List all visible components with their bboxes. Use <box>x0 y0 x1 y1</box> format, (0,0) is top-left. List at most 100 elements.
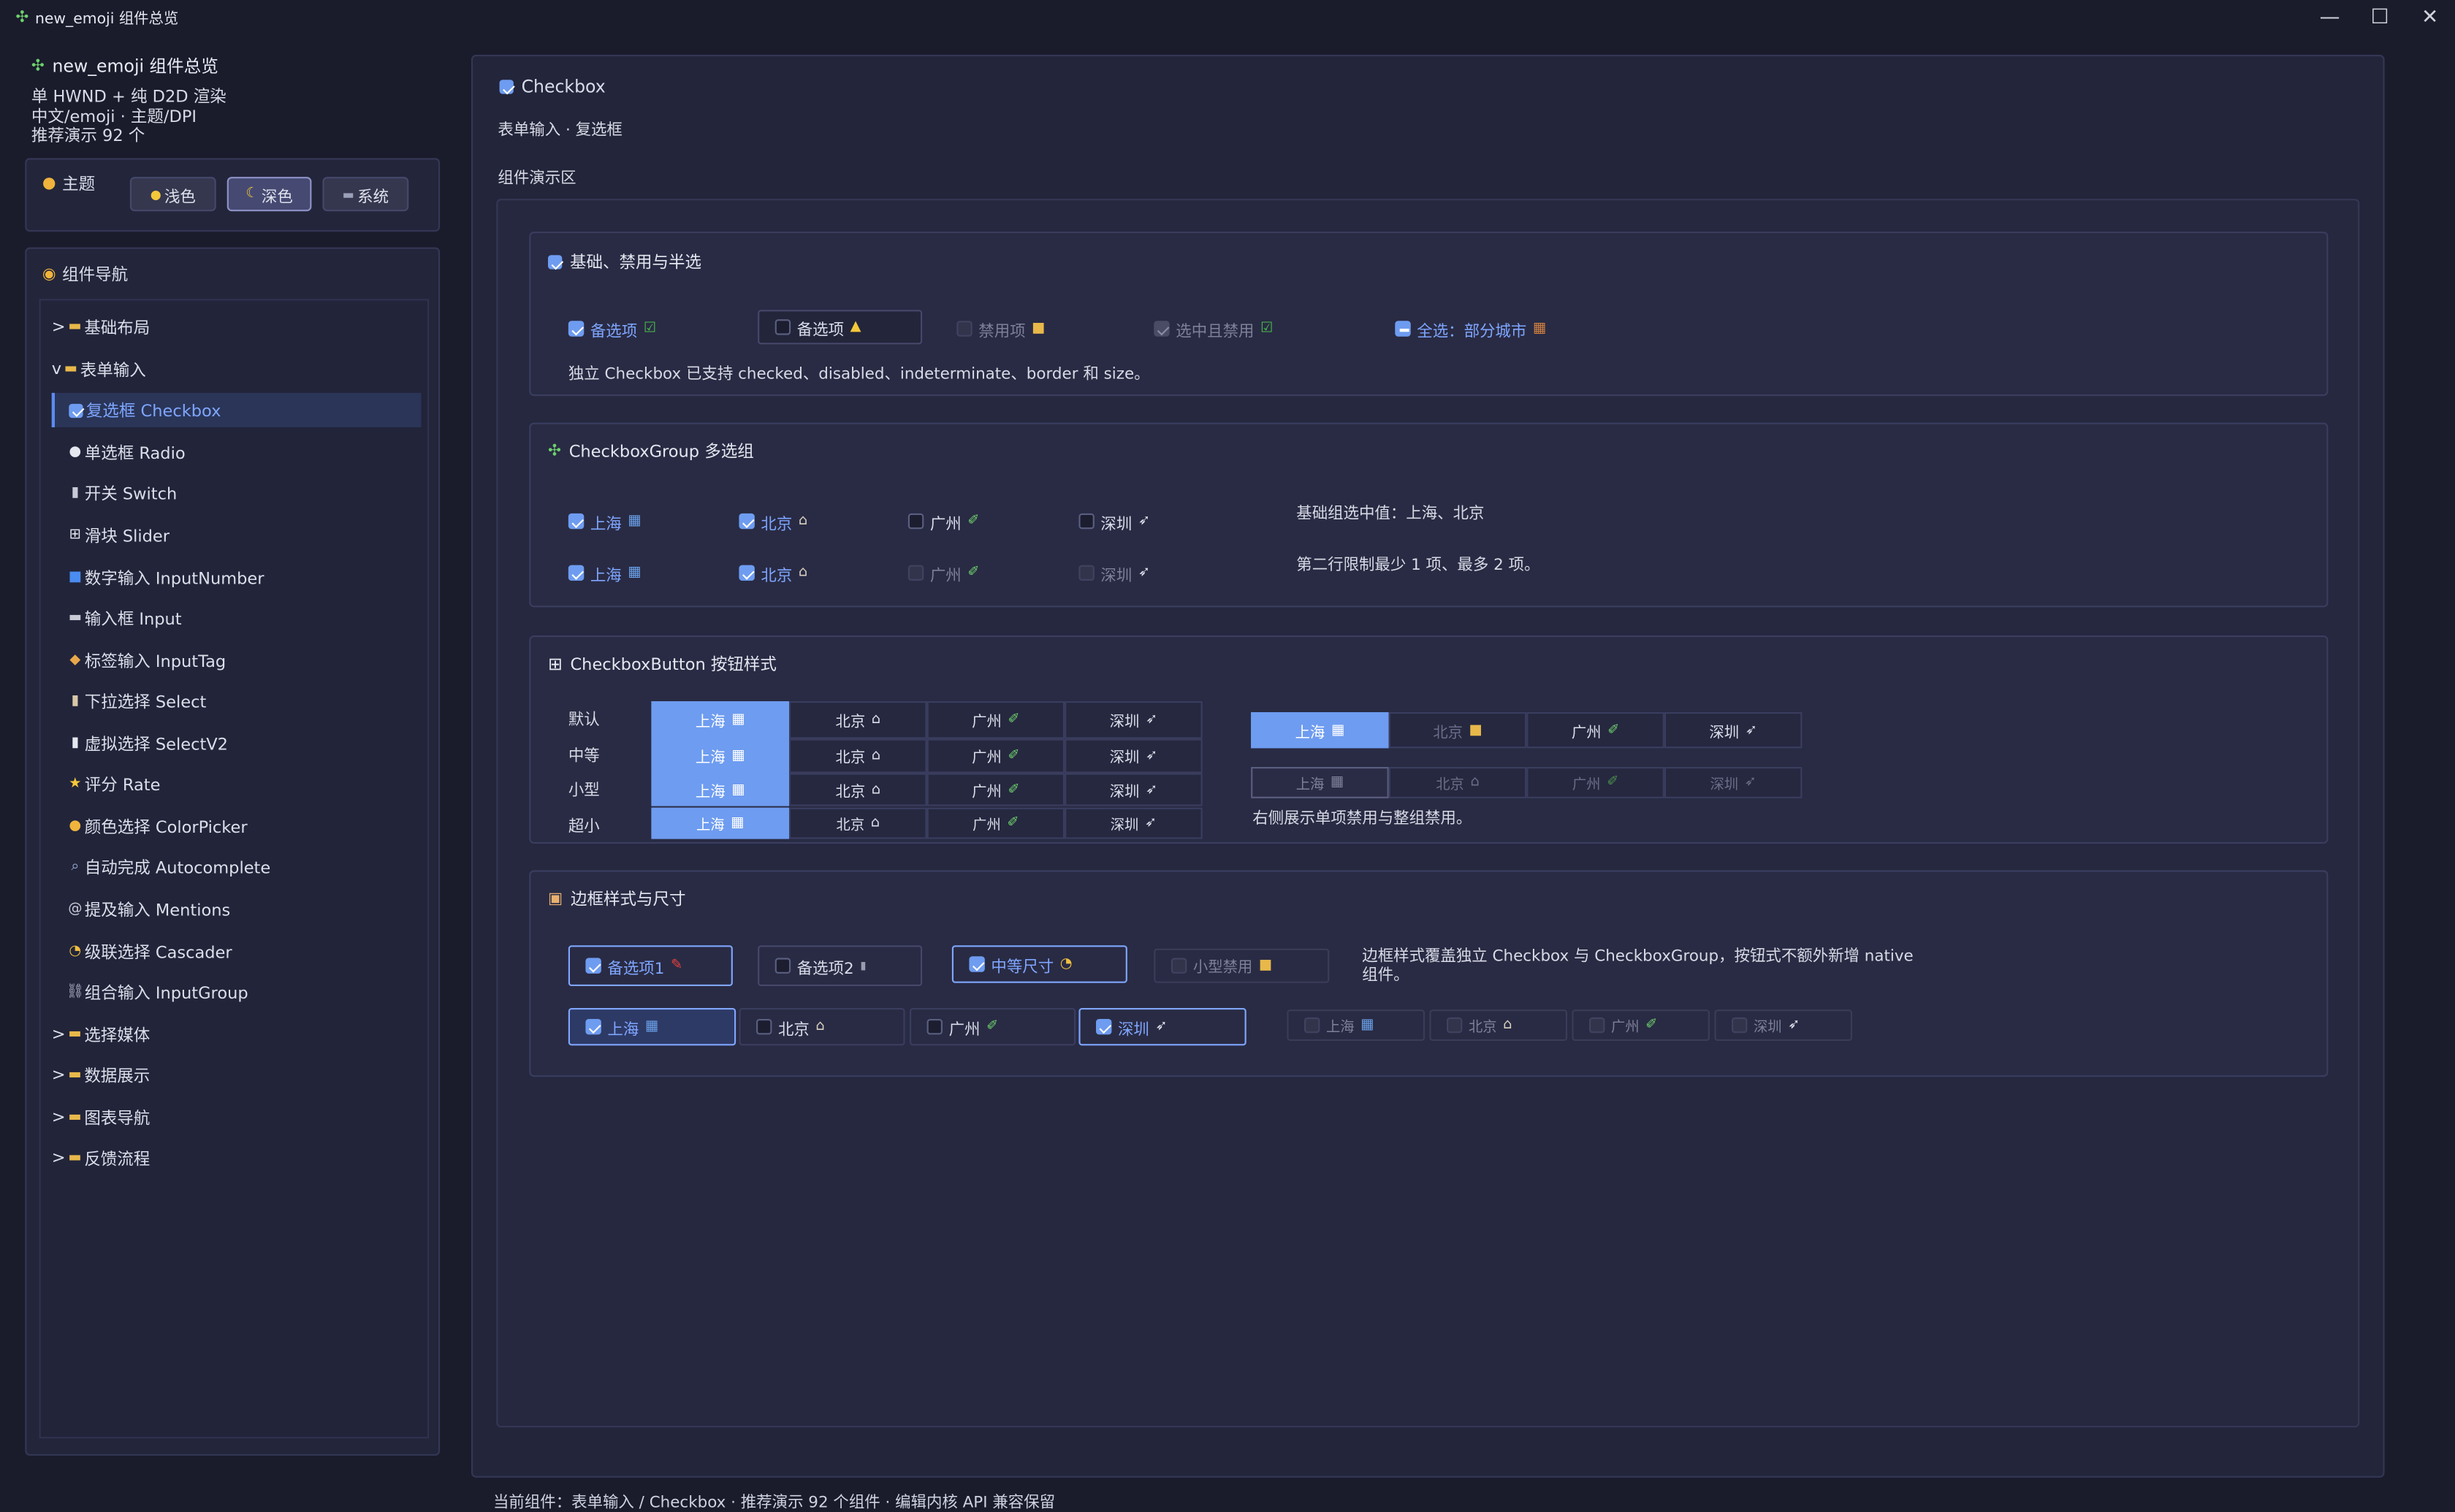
section-group: ✣ CheckboxGroup 多选组 上海 ▦ 北京 ⌂ 广州 ✐ 深圳 ➶ 上海 ▦ 北… <box>529 422 2329 608</box>
nav-item-label: 提及输入 Mentions <box>84 901 231 920</box>
button-shenzhen[interactable]: 深圳 ➶ <box>1664 711 1803 749</box>
nav-item-cascader[interactable]: ◔ 级联选择 Cascader <box>66 934 419 969</box>
maximize-button[interactable]: ☐ <box>2355 0 2405 34</box>
group-checkbox-guangzhou[interactable]: 广州 ✐ <box>907 560 979 585</box>
button-guangzhou[interactable]: 广州 ✐ <box>1526 711 1664 749</box>
border-group-shanghai[interactable]: 上海 ▦ <box>568 1008 736 1046</box>
cityscape-icon: ▦ <box>731 748 745 764</box>
button-guangzhou[interactable]: 广州 ✐ <box>926 773 1065 806</box>
group-checkbox-shenzhen[interactable]: 深圳 ➶ <box>1078 560 1150 585</box>
button-label: 上海 <box>696 817 725 834</box>
border-group-guangzhou[interactable]: 广州 ✐ <box>910 1008 1076 1046</box>
nav-item-label: 表单输入 <box>80 360 146 380</box>
button-beijing[interactable]: 北京 ⌂ <box>789 773 927 806</box>
nav-item-checkbox[interactable]: 复选框 Checkbox <box>51 392 422 427</box>
theme-dark-button[interactable]: ☾ 深色 <box>227 177 312 212</box>
group-checkbox-shanghai[interactable]: 上海 ▦ <box>568 560 642 585</box>
button-beijing[interactable]: 北京 ⌂ <box>789 738 927 774</box>
nav-item-mentions[interactable]: @ 提及输入 Mentions <box>66 892 419 926</box>
rocket-icon: ➶ <box>1146 748 1158 764</box>
border-group-shenzhen[interactable]: 深圳 ➶ <box>1078 1008 1246 1046</box>
cityscape-icon: ▦ <box>628 513 642 530</box>
nav-item-colorpicker[interactable]: ● 颜色选择 ColorPicker <box>66 809 419 844</box>
minimize-button[interactable]: — <box>2304 0 2355 34</box>
temple-icon: ⌂ <box>798 513 808 530</box>
nav-item-select[interactable]: ▮ 下拉选择 Select <box>66 684 419 718</box>
rocket-icon: ➶ <box>1788 1017 1800 1034</box>
button-beijing-disabled[interactable]: 北京 ■ <box>1388 711 1527 749</box>
nav-item-inputnumber[interactable]: ■ 数字输入 InputNumber <box>66 560 419 595</box>
nav-item-label: 组合输入 InputGroup <box>84 983 248 1003</box>
nav-item-inputgroup[interactable]: ⛓ 组合输入 InputGroup <box>66 975 419 1009</box>
checkbox-box <box>739 565 755 581</box>
nav-group-chart-nav[interactable]: > ▬ 图表导航 <box>52 1100 422 1134</box>
nav-item-label: 复选框 Checkbox <box>85 401 221 421</box>
button-beijing[interactable]: 北京 ⌂ <box>789 807 927 839</box>
nav-group-feedback[interactable]: > ▬ 反馈流程 <box>52 1141 422 1175</box>
leaf-icon: ✐ <box>1008 711 1020 728</box>
nav-group-form-input[interactable]: v ▬ 表单输入 <box>52 352 422 386</box>
button-shanghai[interactable]: 上海 ▦ <box>651 738 789 774</box>
button-shanghai[interactable]: 上海 ▦ <box>1251 711 1389 749</box>
button-shenzhen-disabled[interactable]: 深圳 ➶ <box>1664 767 1803 798</box>
border-checkbox-small-disabled[interactable]: 小型禁用 ■ <box>1154 948 1330 983</box>
theme-light-button[interactable]: ● 浅色 <box>129 177 216 212</box>
group-checkbox-beijing[interactable]: 北京 ⌂ <box>739 508 807 533</box>
button-shenzhen[interactable]: 深圳 ➶ <box>1065 807 1203 839</box>
button-shanghai[interactable]: 上海 ▦ <box>651 807 789 839</box>
nav-item-autocomplete[interactable]: ⌕ 自动完成 Autocomplete <box>66 850 419 885</box>
nav-item-inputtag[interactable]: ◆ 标签输入 InputTag <box>66 644 419 678</box>
package-icon: ▣ <box>548 890 563 908</box>
button-guangzhou[interactable]: 广州 ✐ <box>926 738 1065 774</box>
checkbox-checked[interactable]: 备选项 ☑ <box>568 316 656 341</box>
button-shanghai[interactable]: 上海 ▦ <box>651 773 789 806</box>
nav-group-media[interactable]: > ▬ 选择媒体 <box>52 1017 422 1052</box>
nav-item-slider[interactable]: ⊞ 滑块 Slider <box>66 518 419 552</box>
border-group-beijing-disabled[interactable]: 北京 ⌂ <box>1429 1009 1567 1041</box>
button-group-medium: 上海 ▦ 北京 ⌂ 广州 ✐ 深圳 ➶ <box>651 738 1203 774</box>
border-checkbox-option2[interactable]: 备选项2 ▮ <box>758 945 923 986</box>
nav-item-label: 反馈流程 <box>84 1149 151 1169</box>
border-checkbox-option1[interactable]: 备选项1 ✎ <box>568 945 733 986</box>
checkbox-bordered[interactable]: 备选项 ▲ <box>758 310 923 345</box>
button-guangzhou-disabled[interactable]: 广州 ✐ <box>1526 767 1664 798</box>
button-shenzhen[interactable]: 深圳 ➶ <box>1065 701 1203 739</box>
border-group-beijing[interactable]: 北京 ⌂ <box>739 1008 905 1046</box>
button-guangzhou[interactable]: 广州 ✐ <box>926 701 1065 739</box>
nav-item-selectv2[interactable]: ▮ 虚拟选择 SelectV2 <box>66 726 419 760</box>
sidebar-heading: new_emoji 组件总览 <box>52 56 218 77</box>
nav-item-input[interactable]: ▬ 输入框 Input <box>66 601 419 635</box>
border-group-guangzhou-disabled[interactable]: 广州 ✐ <box>1572 1009 1710 1041</box>
laptop-icon: ▬ <box>342 187 354 202</box>
checkbox-checked-disabled[interactable]: 选中且禁用 ☑ <box>1154 316 1273 341</box>
button-guangzhou[interactable]: 广州 ✐ <box>926 807 1065 839</box>
group-checkbox-guangzhou[interactable]: 广州 ✐ <box>907 508 979 533</box>
nav-item-rate[interactable]: ★ 评分 Rate <box>66 767 419 801</box>
nav-item-switch[interactable]: ▮ 开关 Switch <box>66 476 419 510</box>
border-group-shanghai-disabled[interactable]: 上海 ▦ <box>1287 1009 1425 1041</box>
border-group-shenzhen-disabled[interactable]: 深圳 ➶ <box>1714 1009 1852 1041</box>
leaf-icon: ✐ <box>1008 782 1020 798</box>
close-button[interactable]: ✕ <box>2405 0 2455 34</box>
group-checkbox-shenzhen[interactable]: 深圳 ➶ <box>1078 508 1150 533</box>
checkbox-disabled[interactable]: 禁用项 ■ <box>956 316 1045 341</box>
button-beijing[interactable]: 北京 ⌂ <box>789 701 927 739</box>
theme-system-button[interactable]: ▬ 系统 <box>322 177 409 212</box>
checkbox-label: 北京 <box>761 516 793 533</box>
nav-group-data-display[interactable]: > ▬ 数据展示 <box>52 1058 422 1093</box>
checkbox-indeterminate[interactable]: 全选：部分城市 ▦ <box>1395 316 1546 341</box>
button-shenzhen[interactable]: 深圳 ➶ <box>1065 773 1203 806</box>
button-group-mini: 上海 ▦ 北京 ⌂ 广州 ✐ 深圳 ➶ <box>651 807 1203 839</box>
border-checkbox-medium[interactable]: 中等尺寸 ◔ <box>951 945 1127 983</box>
button-beijing-disabled[interactable]: 北京 ⌂ <box>1388 767 1527 798</box>
nav-group-basic-layout[interactable]: > ▬ 基础布局 <box>52 310 422 344</box>
rocket-icon: ➶ <box>1745 722 1757 738</box>
pencil-icon: ▮ <box>860 959 867 972</box>
group-checkbox-beijing[interactable]: 北京 ⌂ <box>739 560 807 585</box>
nav-item-radio[interactable]: ● 单选框 Radio <box>66 435 419 470</box>
group-checkbox-shanghai[interactable]: 上海 ▦ <box>568 508 642 533</box>
button-shanghai-disabled[interactable]: 上海 ▦ <box>1251 767 1389 798</box>
button-shenzhen[interactable]: 深圳 ➶ <box>1065 738 1203 774</box>
button-shanghai[interactable]: 上海 ▦ <box>651 701 789 739</box>
palette-icon: ● <box>42 175 56 193</box>
